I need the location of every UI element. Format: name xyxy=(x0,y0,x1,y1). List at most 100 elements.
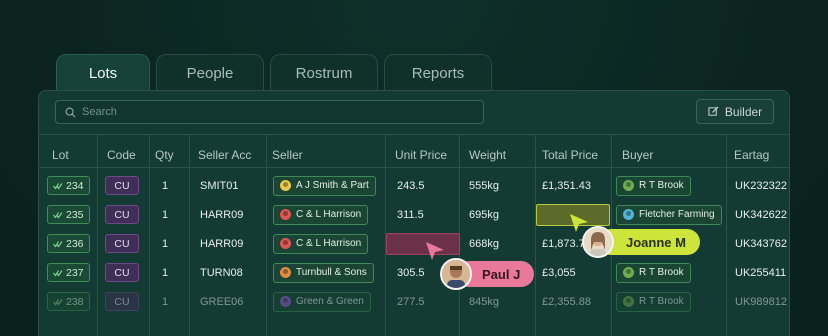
lot-badge[interactable]: 236 xyxy=(47,234,90,253)
code-badge: CU xyxy=(105,234,139,253)
buyer-cell[interactable]: Fletcher Farming xyxy=(616,200,722,229)
code-cell[interactable]: CU xyxy=(105,229,139,258)
column-header-lot[interactable]: Lot xyxy=(52,135,69,175)
seller-acc-cell[interactable]: HARR09 xyxy=(200,200,243,229)
seller-name: C & L Harrison xyxy=(296,238,362,249)
table-row[interactable]: 237 CU 1 TURN08 Turnbull & Sons 305.5 £3… xyxy=(39,258,791,287)
lot-number: 237 xyxy=(66,266,84,279)
seller-acc-cell[interactable]: GREE06 xyxy=(200,287,243,316)
table-row[interactable]: 238 CU 1 GREE06 Green & Green 277.5 845k… xyxy=(39,287,791,316)
seller-pill[interactable]: C & L Harrison xyxy=(273,233,369,254)
buyer-pill[interactable]: R T Brook xyxy=(616,262,691,283)
seller-cell[interactable]: C & L Harrison xyxy=(273,229,369,258)
tab-lots[interactable]: Lots xyxy=(56,54,150,92)
unit-price-cell[interactable]: 305.5 xyxy=(397,258,425,287)
lot-badge[interactable]: 237 xyxy=(47,263,90,282)
buyer-pill[interactable]: R T Brook xyxy=(616,175,691,196)
qty-cell[interactable]: 1 xyxy=(162,229,168,258)
seller-pill[interactable]: C & L Harrison xyxy=(273,204,369,225)
weight-cell[interactable]: 668kg xyxy=(469,229,499,258)
code-cell[interactable]: CU xyxy=(105,200,139,229)
seller-pill[interactable]: Turnbull & Sons xyxy=(273,262,374,283)
table-row[interactable]: 234 CU 1 SMIT01 A J Smith & Part 243.5 5… xyxy=(39,171,791,200)
qty-cell[interactable]: 1 xyxy=(162,287,168,316)
eartag-cell[interactable]: UK989812 xyxy=(735,287,787,316)
buyer-cell[interactable]: R T Brook xyxy=(616,171,691,200)
column-header-weight[interactable]: Weight xyxy=(469,135,506,175)
eartag-cell[interactable]: UK342622 xyxy=(735,200,787,229)
qty-cell[interactable]: 1 xyxy=(162,171,168,200)
builder-button[interactable]: Builder xyxy=(696,99,774,124)
buyer-cell[interactable]: R T Brook xyxy=(616,258,691,287)
paul-name: Paul J xyxy=(482,266,521,282)
unit-price-cell[interactable]: 277.5 xyxy=(397,287,425,316)
weight-cell[interactable]: 555kg xyxy=(469,171,499,200)
code-cell[interactable]: CU xyxy=(105,171,139,200)
lot-cell[interactable]: 235 xyxy=(47,200,90,229)
column-header-buyer[interactable]: Buyer xyxy=(622,135,653,175)
lot-cell[interactable]: 238 xyxy=(47,287,90,316)
user-icon xyxy=(280,209,291,220)
column-header-unit-price[interactable]: Unit Price xyxy=(395,135,447,175)
search-input[interactable] xyxy=(82,106,462,118)
column-header-eartag[interactable]: Eartag xyxy=(734,135,769,175)
code-badge: CU xyxy=(105,205,139,224)
code-badge: CU xyxy=(105,263,139,282)
seller-cell[interactable]: Green & Green xyxy=(273,287,371,316)
buyer-pill[interactable]: R T Brook xyxy=(616,291,691,312)
column-header-seller-acc[interactable]: Seller Acc xyxy=(198,135,251,175)
total-price-cell[interactable]: £2,355.88 xyxy=(542,287,591,316)
lot-badge[interactable]: 234 xyxy=(47,176,90,195)
lot-cell[interactable]: 234 xyxy=(47,171,90,200)
column-header-qty[interactable]: Qty xyxy=(155,135,174,175)
tab-people[interactable]: People xyxy=(156,54,264,92)
eartag-cell[interactable]: UK343762 xyxy=(735,229,787,258)
tab-rostrum[interactable]: Rostrum xyxy=(270,54,378,92)
weight-cell[interactable]: 695kg xyxy=(469,200,499,229)
unit-price-cell[interactable]: 311.5 xyxy=(397,200,424,229)
column-header-code[interactable]: Code xyxy=(107,135,136,175)
buyer-cell[interactable]: R T Brook xyxy=(616,287,691,316)
search-bar xyxy=(55,100,484,124)
total-price-cell[interactable]: £3,055 xyxy=(542,258,576,287)
eartag-cell[interactable]: UK232322 xyxy=(735,171,787,200)
unit-price-cell[interactable]: 243.5 xyxy=(397,171,425,200)
user-icon xyxy=(280,296,291,307)
lot-badge[interactable]: 235 xyxy=(47,205,90,224)
tab-label: Reports xyxy=(411,65,465,82)
seller-acc-cell[interactable]: HARR09 xyxy=(200,229,243,258)
lot-cell[interactable]: 236 xyxy=(47,229,90,258)
buyer-name: R T Brook xyxy=(639,296,684,307)
buyer-name: R T Brook xyxy=(639,180,684,191)
buyer-pill[interactable]: Fletcher Farming xyxy=(616,204,722,225)
seller-pill[interactable]: Green & Green xyxy=(273,291,371,312)
tab-reports[interactable]: Reports xyxy=(384,54,492,92)
column-header-seller[interactable]: Seller xyxy=(272,135,303,175)
weight-cell[interactable]: 845kg xyxy=(469,287,499,316)
seller-acc-cell[interactable]: SMIT01 xyxy=(200,171,239,200)
qty-cell[interactable]: 1 xyxy=(162,258,168,287)
lot-cell[interactable]: 237 xyxy=(47,258,90,287)
seller-cell[interactable]: C & L Harrison xyxy=(273,200,369,229)
tab-label: Lots xyxy=(88,65,118,82)
seller-pill[interactable]: A J Smith & Part xyxy=(273,175,376,196)
paul-selection-highlight xyxy=(386,233,460,255)
seller-acc-cell[interactable]: TURN08 xyxy=(200,258,243,287)
column-header-total-price[interactable]: Total Price xyxy=(542,135,598,175)
seller-cell[interactable]: Turnbull & Sons xyxy=(273,258,374,287)
seller-cell[interactable]: A J Smith & Part xyxy=(273,171,376,200)
code-cell[interactable]: CU xyxy=(105,287,139,316)
user-icon xyxy=(623,296,634,307)
table-row[interactable]: 235 CU 1 HARR09 C & L Harrison 311.5 695… xyxy=(39,200,791,229)
user-icon xyxy=(623,180,634,191)
code-cell[interactable]: CU xyxy=(105,258,139,287)
total-price-cell[interactable]: £1,351.43 xyxy=(542,171,591,200)
seller-name: C & L Harrison xyxy=(296,209,362,220)
eartag-cell[interactable]: UK255411 xyxy=(735,258,786,287)
builder-label: Builder xyxy=(724,104,763,119)
lot-badge[interactable]: 238 xyxy=(47,292,90,311)
search-icon xyxy=(65,107,76,118)
qty-cell[interactable]: 1 xyxy=(162,200,168,229)
buyer-name: Fletcher Farming xyxy=(639,209,715,220)
seller-name: Turnbull & Sons xyxy=(296,267,367,278)
